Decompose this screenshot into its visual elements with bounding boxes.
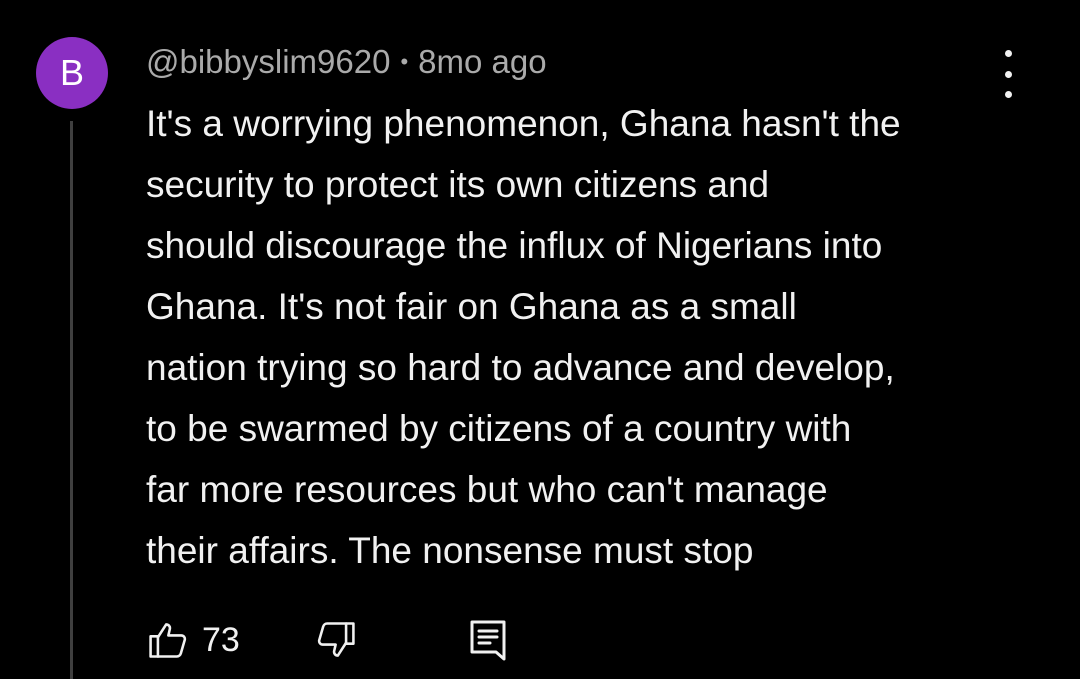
- comment-line: their affairs. The nonsense must stop: [146, 530, 754, 571]
- comment-timestamp[interactable]: 8mo ago: [418, 43, 546, 81]
- comment-body: It's a worrying phenomenon, Ghana hasn't…: [146, 93, 1006, 581]
- reply-button[interactable]: [468, 618, 508, 666]
- thumbs-down-icon: [314, 618, 358, 662]
- author-handle[interactable]: @bibbyslim9620: [146, 43, 390, 81]
- meta-separator: •: [400, 49, 409, 74]
- comment-line: to be swarmed by citizens of a country w…: [146, 408, 852, 449]
- avatar-initial: B: [59, 52, 84, 93]
- comment-header: @bibbyslim9620 • 8mo ago: [146, 42, 547, 82]
- thread-line: [70, 121, 73, 679]
- comment-line: security to protect its own citizens and: [146, 164, 770, 205]
- like-count: 73: [202, 620, 240, 659]
- avatar[interactable]: B: [36, 37, 108, 109]
- more-options-button[interactable]: [988, 50, 1028, 98]
- comment-line: nation trying so hard to advance and dev…: [146, 347, 895, 388]
- comment-line: should discourage the influx of Nigerian…: [146, 225, 883, 266]
- comment-line: It's a worrying phenomenon, Ghana hasn't…: [146, 103, 901, 144]
- thumbs-up-icon: [146, 618, 190, 662]
- comment-line: far more resources but who can't manage: [146, 469, 828, 510]
- ellipsis-dot: [1004, 70, 1012, 78]
- dislike-button[interactable]: [314, 618, 358, 662]
- comment-line: Ghana. It's not fair on Ghana as a small: [146, 286, 797, 327]
- vertical-ellipsis-icon: [1004, 50, 1012, 57]
- reply-comment-icon: [468, 618, 508, 666]
- like-button[interactable]: 73: [146, 618, 240, 662]
